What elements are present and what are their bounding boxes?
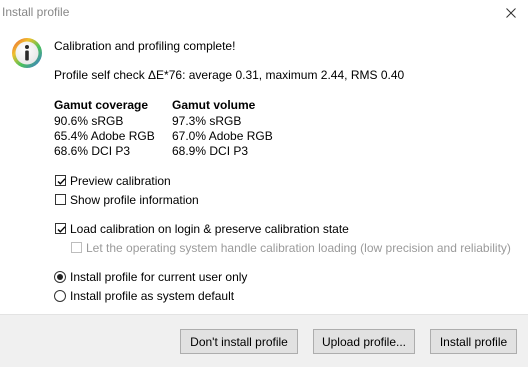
preview-calibration-checkbox[interactable] [55, 175, 66, 186]
title-bar: Install profile [0, 0, 528, 26]
volume-dci-p3: 68.9% DCI P3 [172, 144, 249, 158]
system-default-label[interactable]: Install profile as system default [70, 289, 234, 303]
load-calibration-label[interactable]: Load calibration on login & preserve cal… [70, 222, 349, 236]
current-user-label[interactable]: Install profile for current user only [70, 270, 247, 284]
system-default-radio[interactable] [54, 290, 66, 302]
current-user-radio[interactable] [54, 271, 66, 283]
volume-srgb: 97.3% sRGB [172, 114, 242, 128]
info-icon [12, 38, 42, 68]
button-bar: Don't install profile Upload profile... … [0, 314, 528, 367]
checkmark-icon [57, 226, 66, 233]
gamut-volume-header: Gamut volume [172, 98, 256, 112]
coverage-adobe-rgb: 65.4% Adobe RGB [54, 129, 155, 143]
completion-heading: Calibration and profiling complete! [54, 39, 236, 53]
coverage-srgb: 90.6% sRGB [54, 114, 124, 128]
dont-install-button[interactable]: Don't install profile [180, 329, 298, 354]
install-profile-button[interactable]: Install profile [430, 329, 517, 354]
close-button[interactable] [494, 0, 528, 26]
preview-calibration-label[interactable]: Preview calibration [70, 174, 171, 188]
gamut-coverage-header: Gamut coverage [54, 98, 149, 112]
self-check-text: Profile self check ΔE*76: average 0.31, … [54, 68, 405, 82]
upload-profile-button[interactable]: Upload profile... [313, 329, 415, 354]
show-profile-info-label[interactable]: Show profile information [70, 193, 199, 207]
close-icon [506, 8, 516, 18]
coverage-dci-p3: 68.6% DCI P3 [54, 144, 131, 158]
os-handle-loading-checkbox[interactable] [71, 242, 82, 253]
show-profile-info-checkbox[interactable] [55, 194, 66, 205]
load-calibration-checkbox[interactable] [55, 223, 66, 234]
checkmark-icon [57, 178, 66, 185]
radio-selected-dot [57, 274, 63, 280]
volume-adobe-rgb: 67.0% Adobe RGB [172, 129, 273, 143]
dialog-content: Calibration and profiling complete! Prof… [0, 26, 528, 314]
os-handle-loading-label[interactable]: Let the operating system handle calibrat… [86, 241, 511, 255]
window-title: Install profile [2, 5, 70, 19]
